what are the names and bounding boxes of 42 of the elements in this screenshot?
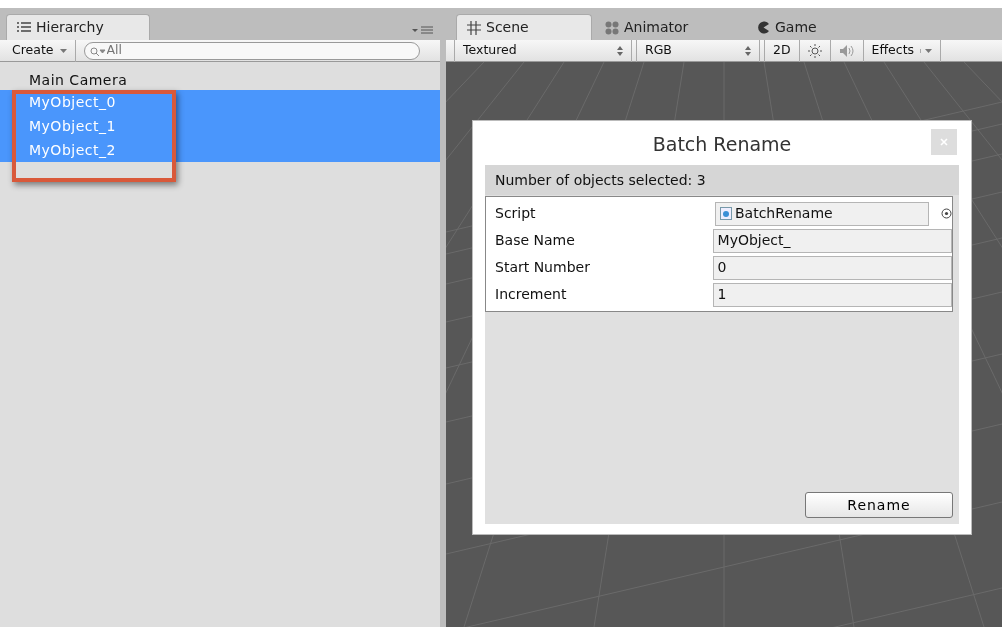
updown-arrows-icon (745, 45, 751, 56)
speaker-icon (838, 43, 855, 58)
field-value: MyObject_ (717, 231, 791, 250)
hierarchy-tab[interactable]: Hierarchy (6, 14, 150, 40)
dialog-title: Batch Rename (651, 132, 793, 157)
view-tab[interactable]: Scene (456, 14, 592, 40)
field-label: Script (495, 204, 537, 223)
grid-icon (467, 20, 481, 35)
text-field[interactable]: 1 (712, 282, 952, 307)
view-tab[interactable]: Animator (594, 14, 744, 40)
search-field[interactable]: All (83, 41, 420, 60)
channels-dropdown[interactable]: RGB (636, 39, 760, 62)
hierarchy-item[interactable]: Main Camera (0, 68, 440, 90)
shading-dropdown[interactable]: Textured (454, 39, 632, 62)
text-field[interactable]: 0 (712, 255, 952, 280)
create-dropdown[interactable]: Create (4, 39, 76, 62)
nodes-icon (605, 20, 619, 35)
effects-dropdown[interactable]: Effects (863, 39, 942, 62)
caret-icon (59, 48, 67, 53)
dropdown-value: Textured (463, 41, 517, 60)
field-label: Increment (495, 285, 568, 304)
caret-icon (925, 48, 933, 53)
field-value: 0 (717, 258, 727, 277)
object-picker-icon[interactable] (941, 208, 952, 219)
selection-summary: Number of objects selected: 3 (485, 165, 959, 195)
dropdown-value: RGB (645, 41, 672, 60)
view-tab[interactable]: Game (746, 14, 896, 40)
sun-icon (807, 43, 822, 58)
field-label: Start Number (495, 258, 591, 277)
2d-toggle[interactable]: 2D (764, 39, 800, 62)
field-value: BatchRename (735, 204, 833, 223)
script-reference-field[interactable]: BatchRename (715, 201, 929, 226)
field-value: 1 (717, 285, 727, 304)
pacman-icon (757, 21, 770, 34)
rename-button[interactable]: Rename (805, 492, 953, 518)
updown-arrows-icon (617, 45, 623, 56)
close-icon (940, 138, 948, 146)
list-icon (17, 22, 31, 33)
text-field[interactable]: MyObject_ (712, 228, 952, 253)
dropdown-value: Effects (871, 41, 915, 60)
script-file-icon (720, 207, 732, 220)
field-label: Base Name (495, 231, 576, 250)
